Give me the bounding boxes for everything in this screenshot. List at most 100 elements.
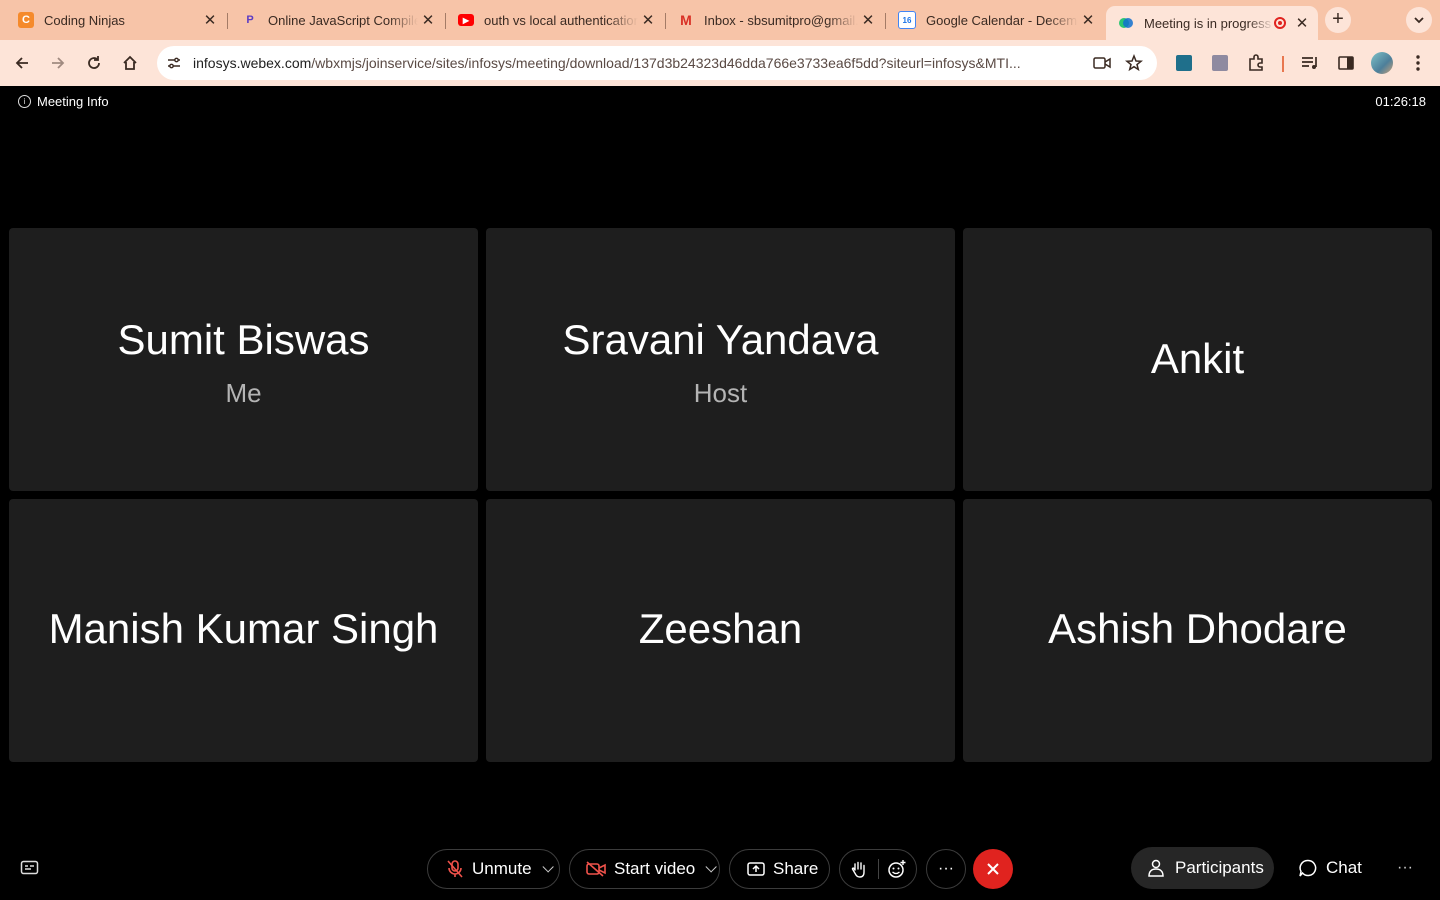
- url-path: /wbxmjs/joinservice/sites/infosys/meetin…: [311, 55, 1021, 71]
- share-button[interactable]: Share: [729, 849, 830, 889]
- google-calendar-icon: 16: [898, 11, 916, 29]
- emoji-add-icon: [888, 860, 906, 878]
- more-panels-button[interactable]: ···: [1392, 855, 1418, 881]
- microphone-muted-icon: [447, 860, 463, 878]
- tab-title: outh vs local authentication: [484, 12, 638, 28]
- raise-hand-button[interactable]: [840, 860, 878, 878]
- kebab-menu-icon: [1416, 55, 1420, 71]
- start-video-label: Start video: [614, 859, 696, 878]
- closed-captions-icon: [20, 860, 39, 875]
- profile-button[interactable]: [1370, 51, 1394, 75]
- side-panel-icon: [1338, 56, 1354, 70]
- unmute-label: Unmute: [472, 859, 532, 878]
- extension-1-button[interactable]: [1172, 51, 1196, 75]
- chat-bubble-icon: [1299, 859, 1317, 877]
- reactions-button[interactable]: [879, 859, 916, 879]
- participant-tile[interactable]: Sravani Yandava Host: [486, 228, 955, 491]
- tab-youtube[interactable]: ▶ outh vs local authentication ✕: [446, 6, 666, 34]
- tab-title: Meeting is in progress: [1144, 15, 1272, 31]
- chat-label: Chat: [1326, 858, 1362, 877]
- participant-role: Host: [693, 378, 748, 408]
- reload-icon: [88, 56, 100, 69]
- participants-button[interactable]: Participants: [1131, 847, 1274, 889]
- url-host: infosys.webex.com: [193, 55, 312, 71]
- browser-menu-button[interactable]: [1406, 51, 1430, 75]
- url-text[interactable]: infosys.webex.com/wbxmjs/joinservice/sit…: [193, 55, 1083, 71]
- address-bar[interactable]: infosys.webex.com/wbxmjs/joinservice/sit…: [157, 46, 1157, 80]
- forward-button[interactable]: [46, 51, 70, 75]
- more-options-button[interactable]: ···: [926, 849, 966, 889]
- reactions-group: [839, 849, 917, 889]
- tab-strip: C Coding Ninjas ✕ P Online JavaScript Co…: [0, 0, 1440, 40]
- participant-tile[interactable]: Sumit Biswas Me: [9, 228, 478, 491]
- participants-icon: [1148, 859, 1164, 877]
- participant-name: Sravani Yandava: [562, 316, 879, 363]
- recording-icon: [1274, 17, 1286, 29]
- participant-role: Me: [225, 378, 262, 408]
- participant-tile[interactable]: Zeeshan: [486, 499, 955, 762]
- playlist-icon: [1302, 57, 1317, 69]
- raise-hand-icon: [851, 861, 865, 878]
- chevron-down-icon: [1414, 17, 1424, 24]
- participant-name: Zeeshan: [638, 605, 803, 652]
- chevron-down-icon[interactable]: [541, 861, 554, 873]
- reload-button[interactable]: [82, 51, 106, 75]
- more-icon: ···: [1397, 859, 1413, 876]
- tab-title: Inbox - sbsumitpro@gmail.com: [704, 12, 858, 28]
- close-tab-icon[interactable]: ✕: [638, 11, 658, 29]
- puzzle-icon: [1249, 54, 1263, 71]
- bookmark-star-icon[interactable]: [1125, 53, 1143, 77]
- home-icon: [123, 55, 137, 70]
- extension-2-button[interactable]: [1208, 51, 1232, 75]
- back-button[interactable]: [10, 51, 34, 75]
- chat-button[interactable]: Chat: [1284, 847, 1370, 889]
- extensions-button[interactable]: [1244, 51, 1268, 75]
- gmail-icon: M: [680, 12, 692, 28]
- participant-tile[interactable]: Ankit: [963, 228, 1432, 491]
- tab-title: Google Calendar - December: [926, 12, 1078, 28]
- close-tab-icon[interactable]: ✕: [1078, 11, 1098, 29]
- home-button[interactable]: [118, 51, 142, 75]
- video-off-icon: [586, 861, 606, 877]
- arrow-left-icon: [15, 57, 28, 69]
- arrow-right-icon: [52, 57, 65, 69]
- unmute-button[interactable]: Unmute: [427, 849, 560, 889]
- meeting-info-label: Meeting Info: [37, 94, 109, 109]
- start-video-button[interactable]: Start video: [569, 849, 720, 889]
- programiz-icon: P: [246, 14, 254, 26]
- media-controls-button[interactable]: [1298, 51, 1322, 75]
- toolbar-divider: [1282, 56, 1284, 72]
- webex-icon: [1118, 15, 1134, 31]
- participant-tile[interactable]: Manish Kumar Singh: [9, 499, 478, 762]
- share-label: Share: [773, 859, 819, 878]
- tab-javascript-compiler[interactable]: P Online JavaScript Compiler ✕: [230, 6, 446, 34]
- close-tab-icon[interactable]: ✕: [418, 11, 438, 29]
- avatar: [1371, 52, 1393, 74]
- more-icon: ···: [938, 860, 954, 877]
- close-tab-icon[interactable]: ✕: [1292, 14, 1312, 32]
- tab-webex-meeting[interactable]: Meeting is in progress ✕: [1106, 6, 1318, 40]
- side-panel-button[interactable]: [1334, 51, 1358, 75]
- extension-icon: [1176, 55, 1192, 71]
- tab-google-calendar[interactable]: 16 Google Calendar - December ✕: [886, 6, 1104, 34]
- meeting-info-button[interactable]: i Meeting Info: [18, 94, 109, 109]
- close-tab-icon[interactable]: ✕: [858, 11, 878, 29]
- tab-coding-ninjas[interactable]: C Coding Ninjas ✕: [6, 6, 228, 34]
- share-screen-icon: [747, 862, 765, 876]
- chevron-down-icon[interactable]: [705, 861, 718, 873]
- tab-title: Online JavaScript Compiler: [268, 12, 418, 28]
- info-icon: i: [18, 95, 31, 108]
- tab-search-button[interactable]: [1406, 7, 1432, 33]
- participant-name: Sumit Biswas: [117, 316, 370, 363]
- camera-in-use-icon[interactable]: [1093, 55, 1111, 76]
- participant-tile[interactable]: Ashish Dhodare: [963, 499, 1432, 762]
- close-icon: [987, 863, 999, 875]
- tab-gmail[interactable]: M Inbox - sbsumitpro@gmail.com ✕: [666, 6, 886, 34]
- leave-meeting-button[interactable]: [973, 849, 1013, 889]
- site-settings-icon[interactable]: [166, 55, 182, 76]
- close-tab-icon[interactable]: ✕: [200, 11, 220, 29]
- closed-captions-button[interactable]: [20, 860, 40, 876]
- meeting-timer: 01:26:18: [1375, 94, 1426, 109]
- new-tab-button[interactable]: +: [1325, 7, 1351, 33]
- participant-name: Ankit: [1150, 335, 1245, 382]
